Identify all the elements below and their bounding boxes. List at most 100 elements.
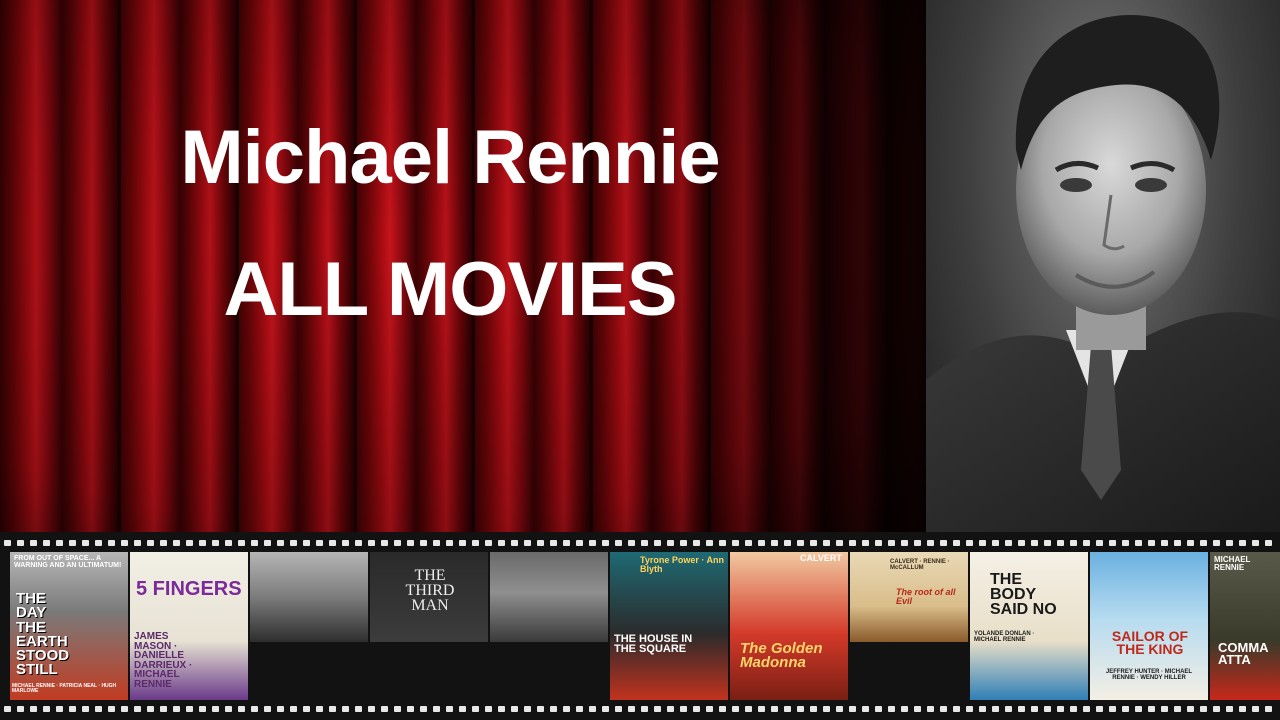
film-perforation — [485, 540, 492, 546]
film-perforation — [160, 706, 167, 712]
film-perforation — [1161, 706, 1168, 712]
film-perforation — [355, 706, 362, 712]
film-perforation — [550, 706, 557, 712]
film-perforation — [329, 540, 336, 546]
film-perforation — [810, 706, 817, 712]
film-perforation — [433, 540, 440, 546]
film-perforation — [95, 540, 102, 546]
film-perforation — [979, 540, 986, 546]
film-perforation — [1200, 540, 1207, 546]
film-perforation — [277, 706, 284, 712]
film-perforation — [667, 540, 674, 546]
film-perforation — [511, 540, 518, 546]
film-perforation — [1148, 706, 1155, 712]
film-strip: FROM OUT OF SPACE... A WARNING AND AN UL… — [0, 532, 1280, 720]
film-perforation — [342, 706, 349, 712]
film-perforation — [303, 540, 310, 546]
film-perforation — [1031, 706, 1038, 712]
film-perforation — [550, 540, 557, 546]
film-perforation — [134, 706, 141, 712]
film-perforation — [654, 540, 661, 546]
film-perforations-top — [0, 538, 1280, 548]
film-perforation — [862, 706, 869, 712]
poster-still-wagon — [490, 552, 608, 642]
film-perforation — [641, 706, 648, 712]
film-perforation — [212, 540, 219, 546]
film-perforation — [875, 706, 882, 712]
film-perforation — [121, 540, 128, 546]
film-perforation — [1083, 540, 1090, 546]
film-perforation — [433, 706, 440, 712]
film-perforation — [108, 706, 115, 712]
film-perforation — [732, 706, 739, 712]
film-perforation — [1161, 540, 1168, 546]
film-perforation — [927, 540, 934, 546]
film-perforation — [342, 540, 349, 546]
film-perforation — [160, 540, 167, 546]
film-perforation — [1057, 706, 1064, 712]
film-perforation — [82, 706, 89, 712]
film-perforation — [966, 540, 973, 546]
film-perforation — [459, 540, 466, 546]
film-perforation — [940, 706, 947, 712]
film-perforation — [784, 540, 791, 546]
film-perforation — [1122, 540, 1129, 546]
poster-golden-madonna: CALVERT The Golden Madonna — [730, 552, 848, 700]
film-perforation — [251, 706, 258, 712]
film-perforation — [394, 706, 401, 712]
film-perforation — [316, 540, 323, 546]
film-perforation — [615, 540, 622, 546]
film-perforation — [420, 540, 427, 546]
film-perforation — [407, 540, 414, 546]
film-perforation — [888, 706, 895, 712]
film-perforation — [381, 706, 388, 712]
film-perforation — [615, 706, 622, 712]
film-perforation — [953, 706, 960, 712]
film-perforation — [797, 706, 804, 712]
film-perforation — [1174, 540, 1181, 546]
film-perforation — [4, 706, 11, 712]
film-perforation — [667, 706, 674, 712]
film-perforation — [56, 706, 63, 712]
film-perforation — [849, 706, 856, 712]
poster-the-third-man: THE THIRD MAN — [370, 552, 488, 642]
film-perforation — [459, 706, 466, 712]
film-perforation — [849, 540, 856, 546]
poster-commando-attack: MICHAEL RENNIE COMMA ATTA — [1210, 552, 1280, 700]
film-perforation — [30, 706, 37, 712]
film-perforation — [563, 706, 570, 712]
film-perforation — [1265, 706, 1272, 712]
film-perforation — [1200, 706, 1207, 712]
film-perforation — [693, 706, 700, 712]
film-perforation — [134, 540, 141, 546]
film-perforation — [212, 706, 219, 712]
film-perforation — [823, 540, 830, 546]
film-perforation — [966, 706, 973, 712]
film-perforation — [537, 540, 544, 546]
film-perforation — [394, 540, 401, 546]
film-perforation — [1005, 540, 1012, 546]
film-perforation — [901, 706, 908, 712]
film-perforation — [862, 540, 869, 546]
film-perforation — [1252, 706, 1259, 712]
film-perforation — [1174, 706, 1181, 712]
film-perforation — [407, 706, 414, 712]
film-perforation — [1187, 540, 1194, 546]
film-perforation — [1005, 706, 1012, 712]
film-perforation — [95, 706, 102, 712]
film-perforation — [43, 706, 50, 712]
poster-root-of-all-evil: CALVERT · RENNIE · McCALLUM The root of … — [850, 552, 968, 642]
film-perforation — [914, 706, 921, 712]
film-perforation — [186, 706, 193, 712]
film-perforation — [745, 706, 752, 712]
film-perforation — [992, 540, 999, 546]
film-perforation — [836, 706, 843, 712]
film-perforation — [771, 540, 778, 546]
film-perforation — [238, 706, 245, 712]
film-perforation — [147, 706, 154, 712]
film-perforation — [745, 540, 752, 546]
film-perforation — [290, 706, 297, 712]
film-perforation — [4, 540, 11, 546]
film-perforation — [810, 540, 817, 546]
film-perforation — [1109, 540, 1116, 546]
